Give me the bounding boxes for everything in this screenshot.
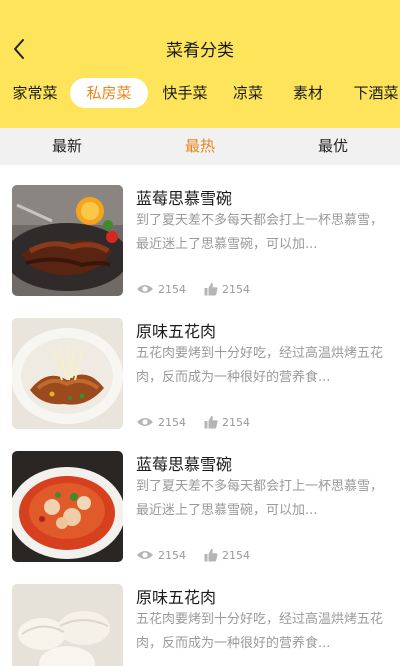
thumbs-up-icon: [204, 282, 218, 296]
likes-stat: 2154: [204, 547, 250, 563]
list-item[interactable]: 原味五花肉 五花肉要烤到十分好吃，经过高温烘烤五花肉，反而成为一种很好的营养食.…: [0, 564, 400, 666]
tab-kuaishou[interactable]: 快手菜: [151, 78, 219, 108]
eye-icon: [137, 418, 153, 426]
views-stat: 2154: [136, 281, 186, 297]
sort-hottest[interactable]: 最热: [133, 128, 267, 165]
likes-count: 2154: [222, 282, 250, 296]
list-item[interactable]: 原味五花肉 五花肉要烤到十分好吃，经过高温烘烤五花肉，反而成为一种很好的营养食.…: [0, 298, 400, 431]
sort-newest[interactable]: 最新: [0, 128, 134, 165]
recipe-title: 蓝莓思慕雪碗: [136, 189, 233, 208]
sort-best[interactable]: 最优: [266, 128, 400, 165]
recipe-image: [12, 584, 123, 666]
category-tabs: 家常菜 私房菜 快手菜 凉菜 素材 下酒菜: [0, 78, 400, 108]
thumbs-up-icon: [204, 548, 218, 562]
tab-sucai[interactable]: 素材: [282, 78, 334, 108]
thumbs-up-icon: [204, 415, 218, 429]
eye-icon: [137, 285, 153, 293]
tab-liangcai[interactable]: 凉菜: [222, 78, 274, 108]
likes-stat: 2154: [204, 414, 250, 430]
tab-xiajiu[interactable]: 下酒菜: [344, 78, 400, 108]
views-stat: 2154: [136, 547, 186, 563]
recipe-description: 到了夏天差不多每天都会打上一杯思慕雪，最近迷上了思慕雪碗，可以加...: [136, 479, 384, 518]
recipe-title: 原味五花肉: [136, 322, 217, 341]
likes-count: 2154: [222, 548, 250, 562]
likes-stat: 2154: [204, 281, 250, 297]
list-item[interactable]: 蓝莓思慕雪碗 到了夏天差不多每天都会打上一杯思慕雪，最近迷上了思慕雪碗，可以加.…: [0, 165, 400, 298]
views-count: 2154: [158, 548, 186, 562]
top-header: 菜肴分类 家常菜 私房菜 快手菜 凉菜 素材 下酒菜: [0, 0, 400, 128]
views-count: 2154: [158, 415, 186, 429]
recipe-image: [12, 318, 123, 429]
recipe-image: [12, 185, 123, 296]
list-item[interactable]: 蓝莓思慕雪碗 到了夏天差不多每天都会打上一杯思慕雪，最近迷上了思慕雪碗，可以加.…: [0, 431, 400, 564]
eye-icon: [137, 551, 153, 559]
recipe-title: 原味五花肉: [136, 588, 217, 607]
tab-sifang[interactable]: 私房菜: [70, 78, 148, 108]
recipe-image: [12, 451, 123, 562]
recipe-description: 五花肉要烤到十分好吃，经过高温烘烤五花肉，反而成为一种很好的营养食...: [136, 346, 384, 385]
recipe-title: 蓝莓思慕雪碗: [136, 455, 233, 474]
page-title: 菜肴分类: [166, 41, 234, 61]
likes-count: 2154: [222, 415, 250, 429]
recipe-description: 五花肉要烤到十分好吃，经过高温烘烤五花肉，反而成为一种很好的营养食...: [136, 612, 384, 651]
tab-jiachang[interactable]: 家常菜: [0, 78, 70, 108]
views-stat: 2154: [136, 414, 186, 430]
sort-bar: 最新 最热 最优: [0, 128, 400, 165]
recipe-description: 到了夏天差不多每天都会打上一杯思慕雪，最近迷上了思慕雪碗，可以加...: [136, 213, 384, 252]
views-count: 2154: [158, 282, 186, 296]
